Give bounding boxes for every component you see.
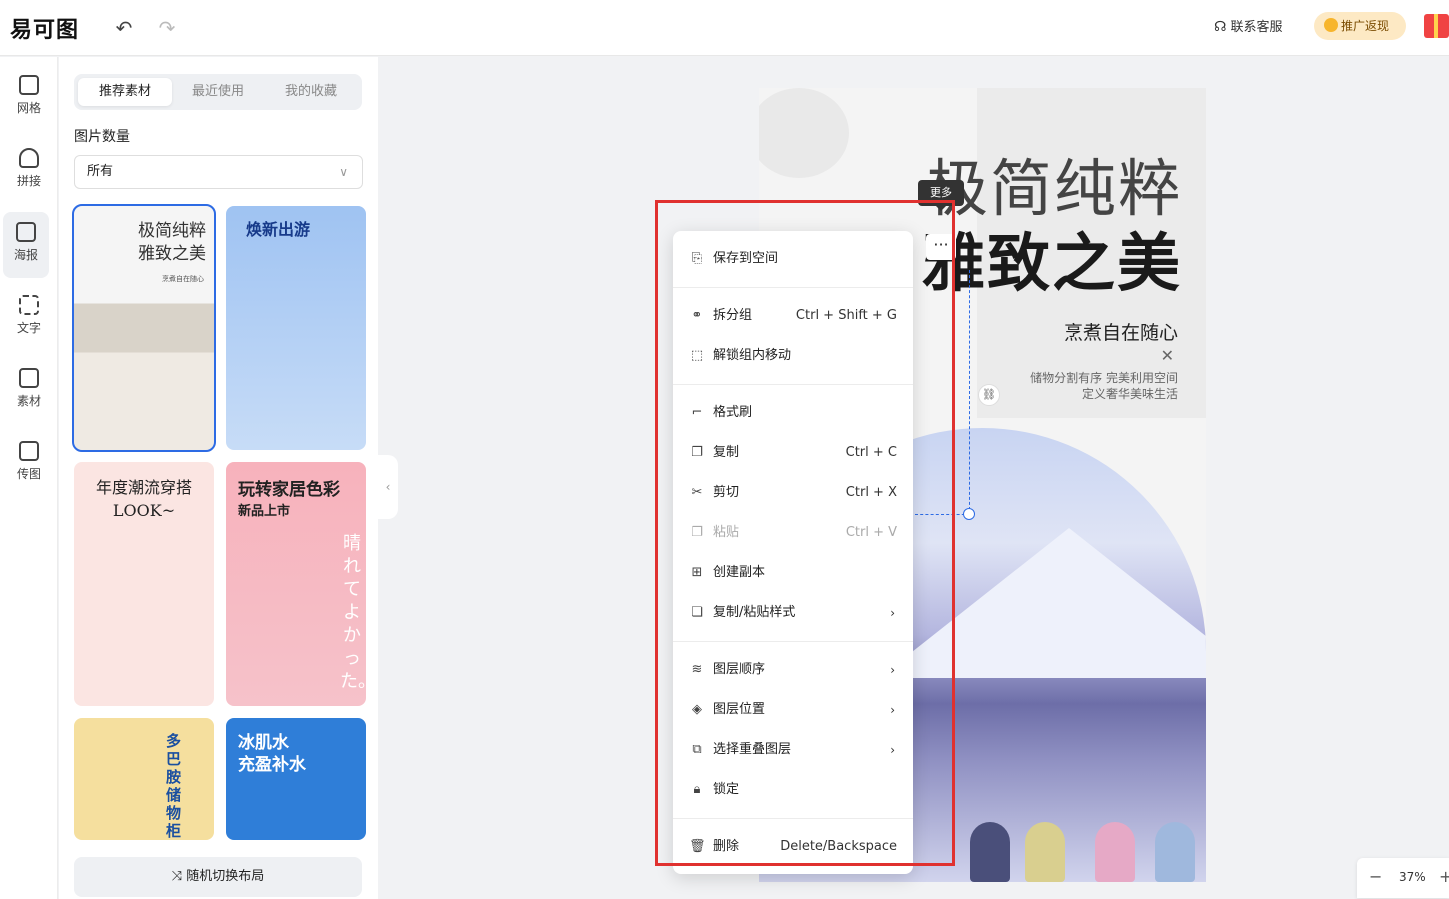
tab-favorites[interactable]: 我的收藏: [264, 78, 358, 106]
tab-recent[interactable]: 最近使用: [171, 78, 265, 106]
template-subtitle: 烹煮自在随心: [162, 275, 204, 283]
link-icon[interactable]: ⛓: [978, 384, 1000, 406]
top-header: 易可图 ↶ ↷ ☊ 联系客服 推广返现: [0, 0, 1449, 56]
template-title: 玩转家居色彩: [238, 480, 340, 500]
rail-item-splice[interactable]: 拼接: [0, 138, 58, 204]
contact-support-button[interactable]: ☊ 联系客服: [1214, 16, 1282, 35]
poster-close-mark: ✕: [1160, 346, 1174, 365]
rail-label: 海报: [13, 248, 38, 262]
panel-tabs: 推荐素材 最近使用 我的收藏: [74, 74, 362, 110]
app-logo[interactable]: 易可图: [10, 12, 79, 44]
template-title: 焕新出游: [246, 220, 311, 239]
rail-label: 传图: [16, 467, 41, 481]
rail-item-upload[interactable]: 传图: [0, 431, 58, 497]
headset-icon: ☊: [1214, 19, 1227, 35]
character-figure: [1155, 822, 1195, 882]
template-card[interactable]: 年度潮流穿搭 LOOK~: [74, 462, 214, 706]
rail-item-material[interactable]: 素材: [0, 358, 58, 424]
support-label: 联系客服: [1230, 20, 1283, 35]
zoom-out-button[interactable]: −: [1369, 867, 1382, 886]
character-figure: [970, 822, 1010, 882]
template-card[interactable]: 多巴胺储物柜: [74, 718, 214, 840]
select-value: 所有: [87, 164, 114, 179]
rail-item-poster[interactable]: 海报: [3, 212, 49, 278]
text-icon: [19, 295, 39, 315]
template-title: 冰肌水 充盈补水: [238, 733, 306, 775]
rail-item-text[interactable]: 文字: [0, 285, 58, 351]
rail-label: 拼接: [16, 174, 41, 188]
shuffle-label: 随机切换布局: [186, 869, 265, 884]
zoom-level[interactable]: 37%: [1399, 870, 1426, 884]
poster-description[interactable]: 储物分割有序 完美利用空间 定义奢华美味生活: [1030, 370, 1178, 402]
template-title: 多巴胺储物柜: [166, 732, 182, 840]
template-title: 年度潮流穿搭 LOOK~: [95, 478, 192, 520]
annotation-highlight-box: [655, 200, 955, 866]
image-count-label: 图片数量: [74, 129, 130, 145]
promo-cashback-button[interactable]: 推广返现: [1314, 12, 1406, 40]
splice-icon: [19, 148, 39, 168]
undo-icon[interactable]: ↶: [110, 14, 138, 42]
rail-label: 网格: [16, 101, 41, 115]
poster-heading[interactable]: 烹煮自在随心: [1064, 318, 1178, 345]
coin-icon: [1324, 18, 1338, 32]
template-card[interactable]: 焕新出游: [226, 206, 366, 450]
left-tool-rail: 网格 拼接 海报 文字 素材 传图: [0, 57, 58, 899]
character-figure: [1025, 822, 1065, 882]
collapse-panel-button[interactable]: ‹: [378, 455, 398, 519]
decor-circle: [759, 88, 849, 178]
characters-illustration: [960, 820, 1205, 882]
resize-handle[interactable]: [963, 508, 975, 520]
chevron-left-icon: ‹: [385, 480, 391, 494]
template-title: 极简纯粹 雅致之美: [138, 221, 206, 264]
poster-icon: [16, 222, 36, 242]
grid-icon: [19, 75, 39, 95]
tab-recommended[interactable]: 推荐素材: [78, 78, 172, 106]
rail-item-grid[interactable]: 网格: [0, 65, 58, 131]
chevron-down-icon: ∨: [339, 165, 348, 179]
zoom-control: − 37% +: [1357, 858, 1449, 898]
material-icon: [19, 368, 39, 388]
upload-image-icon: [19, 441, 39, 461]
rail-label: 素材: [16, 394, 41, 408]
material-panel: 推荐素材 最近使用 我的收藏 图片数量 所有 ∨ 极简纯粹 雅致之美 烹煮自在随心…: [59, 57, 378, 899]
poster-vertical-text[interactable]: 晴れてよかった。: [340, 532, 376, 693]
template-subtitle: 新品上市: [238, 504, 291, 519]
template-card[interactable]: 极简纯粹 雅致之美 烹煮自在随心: [72, 204, 216, 452]
zoom-in-button[interactable]: +: [1439, 867, 1449, 886]
gift-icon[interactable]: [1424, 14, 1449, 38]
character-figure: [1095, 822, 1135, 882]
image-count-select[interactable]: 所有 ∨: [74, 155, 363, 189]
shuffle-icon: ⤨: [171, 869, 187, 884]
template-card[interactable]: 冰肌水 充盈补水: [226, 718, 366, 840]
rail-label: 文字: [16, 321, 41, 335]
redo-icon[interactable]: ↷: [153, 14, 181, 42]
shuffle-layout-button[interactable]: ⤨ 随机切换布局: [74, 857, 362, 897]
promo-label: 推广返现: [1341, 19, 1390, 33]
